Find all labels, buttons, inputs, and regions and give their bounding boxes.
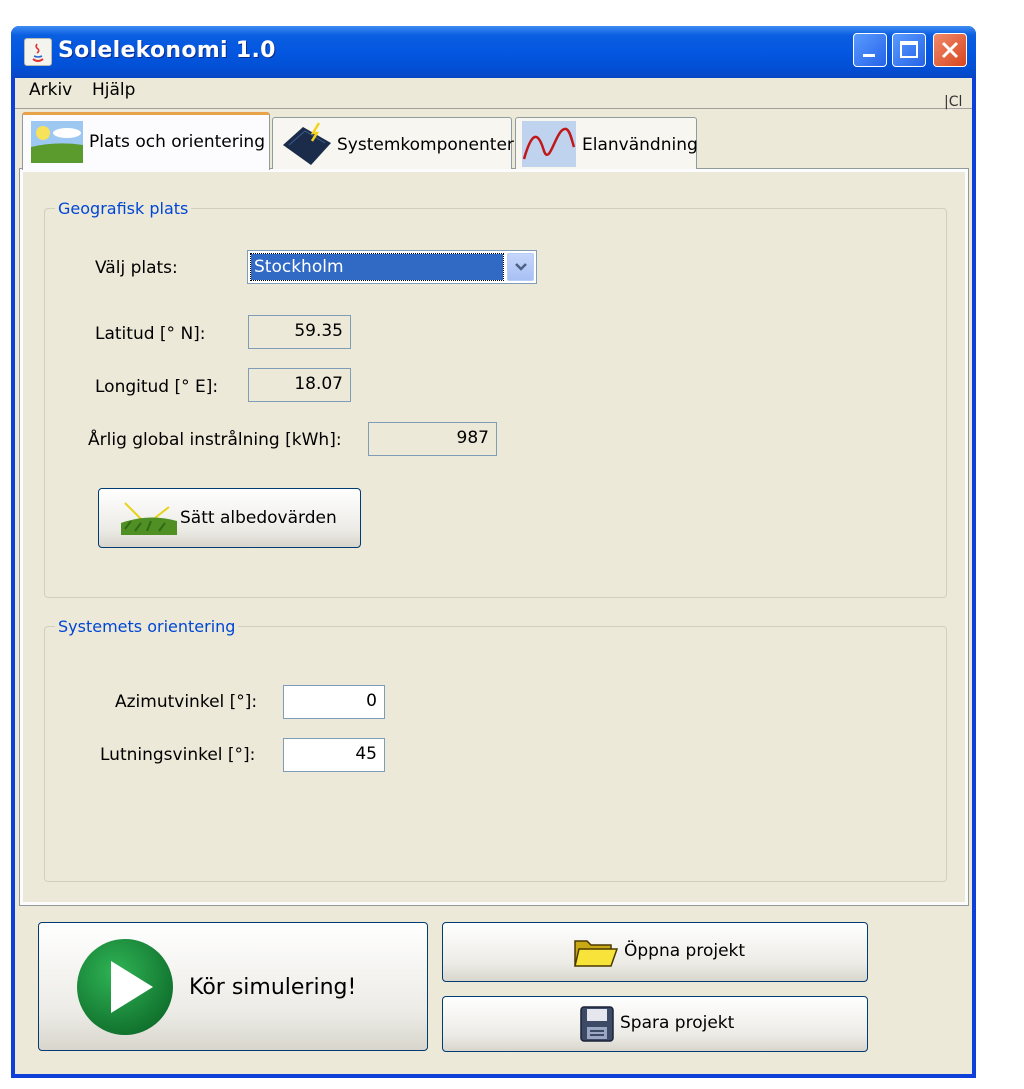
place-selected-value[interactable]: Stockholm [250, 253, 504, 281]
floppy-disk-icon [579, 1005, 615, 1047]
menu-hjalp[interactable]: Hjälp [92, 80, 135, 100]
tab-label: Elanvändning [582, 135, 698, 155]
longitude-label: Longitud [° E]: [95, 377, 219, 397]
button-label: Kör simulering! [189, 975, 357, 1000]
java-app-icon [24, 38, 52, 66]
azimuth-input[interactable]: 0 [283, 685, 385, 719]
clipped-label: |Cl [944, 94, 963, 110]
chevron-down-icon[interactable] [507, 253, 534, 281]
tab-label: Plats och orientering [89, 132, 265, 152]
set-albedo-button[interactable]: Sätt albedovärden [98, 488, 361, 548]
folder-icon [573, 935, 619, 973]
close-button[interactable] [933, 33, 967, 67]
tab-label: Systemkomponenter [337, 135, 514, 155]
button-label: Sätt albedovärden [180, 508, 337, 528]
azimuth-label: Azimutvinkel [°]: [115, 692, 258, 712]
button-label: Öppna projekt [624, 941, 746, 961]
window-title: Solelekonomi 1.0 [58, 38, 276, 63]
landscape-icon [31, 121, 83, 167]
group-title: Geografisk plats [55, 199, 192, 218]
grass-sun-icon [121, 501, 177, 539]
longitude-field: 18.07 [248, 368, 351, 402]
group-title: Systemets orientering [55, 617, 239, 636]
minimize-button[interactable] [853, 33, 887, 67]
tab-plats-och-orientering[interactable]: Plats och orientering [22, 112, 270, 170]
run-simulation-button[interactable]: Kör simulering! [38, 922, 428, 1051]
latitude-label: Latitud [° N]: [95, 324, 206, 344]
irradiation-label: Årlig global instrålning [kWh]: [88, 430, 342, 450]
tilt-input[interactable]: 45 [283, 738, 385, 772]
irradiation-field: 987 [368, 422, 497, 456]
wave-chart-icon [522, 121, 576, 171]
tab-elanvandning[interactable]: Elanvändning [515, 117, 698, 171]
open-project-button[interactable]: Öppna projekt [442, 922, 868, 982]
menu-arkiv[interactable]: Arkiv [29, 80, 72, 100]
solar-panel-icon [279, 121, 333, 171]
tilt-label: Lutningsvinkel [°]: [100, 745, 256, 765]
save-project-button[interactable]: Spara projekt [442, 996, 868, 1052]
button-label: Spara projekt [620, 1013, 735, 1033]
place-label: Välj plats: [95, 258, 178, 278]
menu-bar [15, 78, 972, 109]
maximize-button[interactable] [892, 33, 926, 67]
tab-systemkomponenter[interactable]: Systemkomponenter [272, 117, 514, 171]
window-border [11, 1074, 976, 1078]
play-icon [75, 937, 175, 1041]
latitude-field: 59.35 [248, 315, 351, 349]
